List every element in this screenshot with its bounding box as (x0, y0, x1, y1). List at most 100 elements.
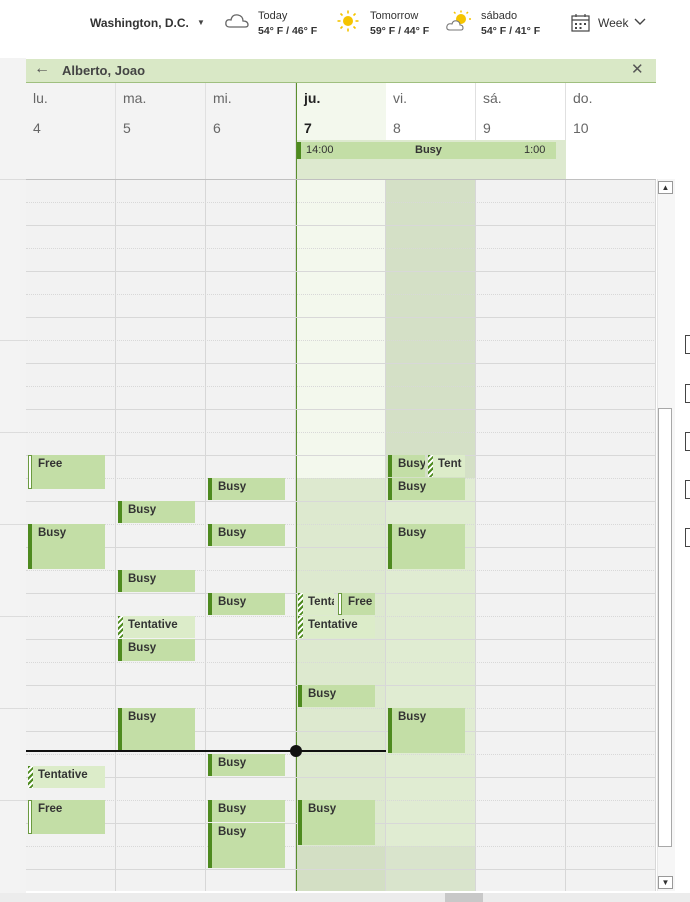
day-name: sá. (483, 90, 502, 106)
event-busy[interactable]: Busy (208, 823, 285, 868)
grid-line (26, 340, 656, 341)
grid-line (26, 363, 656, 364)
allday-end: 1:00 (524, 144, 546, 156)
calendar-icon[interactable] (571, 13, 590, 32)
event-tentative[interactable]: Tentative (298, 616, 375, 638)
grid-line (26, 225, 656, 226)
weather-saturday-label: sábado (481, 10, 518, 22)
allday-start: 14:00 (306, 144, 334, 156)
scrollbar-thumb[interactable] (658, 408, 672, 847)
day-name: ju. (304, 90, 321, 106)
view-selector-label[interactable]: Week (598, 16, 628, 30)
event-busy[interactable]: Busy (208, 524, 285, 546)
grid-line (26, 777, 656, 778)
event-busy[interactable]: Busy (208, 800, 285, 822)
horizontal-scrollbar[interactable] (0, 893, 690, 902)
grid-line (26, 754, 656, 755)
day-header-wed[interactable]: mi. 6 (206, 83, 296, 179)
day-name: vi. (393, 90, 407, 106)
grid-line (26, 662, 656, 663)
right-edge-checkbox[interactable] (685, 480, 690, 499)
left-pane (0, 58, 26, 894)
grid-line (26, 271, 656, 272)
day-column-sun[interactable] (566, 180, 656, 891)
event-busy[interactable]: Busy (208, 754, 285, 776)
weather-tomorrow-label: Tomorrow (370, 10, 419, 22)
event-busy[interactable]: Busy (388, 708, 465, 753)
event-tentative[interactable]: Tentative (28, 766, 105, 788)
event-busy[interactable]: Busy (28, 524, 105, 569)
weather-tomorrow-temp: 59° F / 44° F (370, 25, 430, 37)
location-label[interactable]: Washington, D.C. (90, 16, 189, 30)
day-name: ma. (123, 90, 147, 106)
event-busy[interactable]: Busy (388, 524, 465, 569)
day-number: 6 (213, 120, 221, 136)
day-column-thu[interactable] (296, 180, 386, 891)
day-number: 9 (483, 120, 491, 136)
current-time-line (26, 750, 386, 752)
day-name: mi. (213, 90, 232, 106)
current-time-dot (290, 745, 302, 757)
event-tentative[interactable]: Tenta (298, 593, 334, 615)
event-busy[interactable]: Busy (118, 639, 195, 661)
grid-line (26, 869, 656, 870)
grid-line (26, 409, 656, 410)
horizontal-scrollbar-thumb[interactable] (445, 893, 483, 902)
event-busy[interactable]: Busy (388, 478, 465, 500)
grid-line (26, 386, 656, 387)
day-name: do. (573, 90, 593, 106)
day-column-tue[interactable] (116, 180, 206, 891)
scroll-up-button[interactable]: ▲ (658, 181, 673, 194)
grid-line (26, 455, 656, 456)
partly-sunny-icon (446, 10, 471, 31)
weather-saturday-temp: 54° F / 41° F (481, 25, 541, 37)
header-divider (26, 179, 656, 180)
back-arrow-icon[interactable]: ← (34, 60, 50, 78)
event-free[interactable]: Free (28, 455, 105, 489)
right-edge-checkbox[interactable] (685, 335, 690, 354)
right-edge-checkbox[interactable] (685, 528, 690, 547)
chevron-down-icon[interactable] (634, 18, 646, 26)
sun-icon (337, 10, 359, 32)
panel-title: Alberto, Joao (62, 63, 146, 78)
event-tentative[interactable]: Tent (428, 455, 465, 477)
event-free[interactable]: Free (28, 800, 105, 834)
allday-label: Busy (415, 144, 442, 156)
event-busy[interactable]: Busy (298, 800, 375, 845)
grid-line (26, 524, 656, 525)
grid-line (26, 202, 656, 203)
grid-line (26, 317, 656, 318)
day-number: 7 (304, 120, 312, 136)
weather-today-label: Today (258, 10, 288, 22)
cloud-icon (225, 14, 249, 28)
close-icon[interactable]: ✕ (631, 60, 644, 78)
grid-line (26, 478, 656, 479)
right-edge-checkbox[interactable] (685, 432, 690, 451)
event-free[interactable]: Free (338, 593, 375, 615)
event-busy[interactable]: Busy (208, 478, 285, 500)
grid-line (26, 846, 656, 847)
event-busy[interactable]: Busy (208, 593, 285, 615)
grid-line (26, 432, 656, 433)
event-busy[interactable]: Busy (118, 501, 195, 523)
day-header-sun[interactable]: do. 10 (566, 83, 655, 179)
weather-today-temp: 54° F / 46° F (258, 25, 318, 37)
scroll-down-button[interactable]: ▼ (658, 876, 673, 889)
grid-line (26, 294, 656, 295)
day-header-tue[interactable]: ma. 5 (116, 83, 206, 179)
day-column-sat[interactable] (476, 180, 566, 891)
event-tentative[interactable]: Tentative (118, 616, 195, 638)
day-header-mon[interactable]: lu. 4 (26, 83, 116, 179)
event-busy[interactable]: Busy (298, 685, 375, 707)
day-number: 5 (123, 120, 131, 136)
allday-event[interactable]: 14:00 Busy 1:00 (297, 142, 556, 159)
grid-line (26, 248, 656, 249)
event-busy[interactable]: Busy (118, 708, 195, 750)
location-dropdown-icon[interactable]: ▼ (197, 18, 205, 27)
day-name: lu. (33, 90, 48, 106)
right-edge-checkbox[interactable] (685, 384, 690, 403)
event-busy[interactable]: Busy (388, 455, 425, 477)
grid-line (26, 547, 656, 548)
day-number: 4 (33, 120, 41, 136)
event-busy[interactable]: Busy (118, 570, 195, 592)
